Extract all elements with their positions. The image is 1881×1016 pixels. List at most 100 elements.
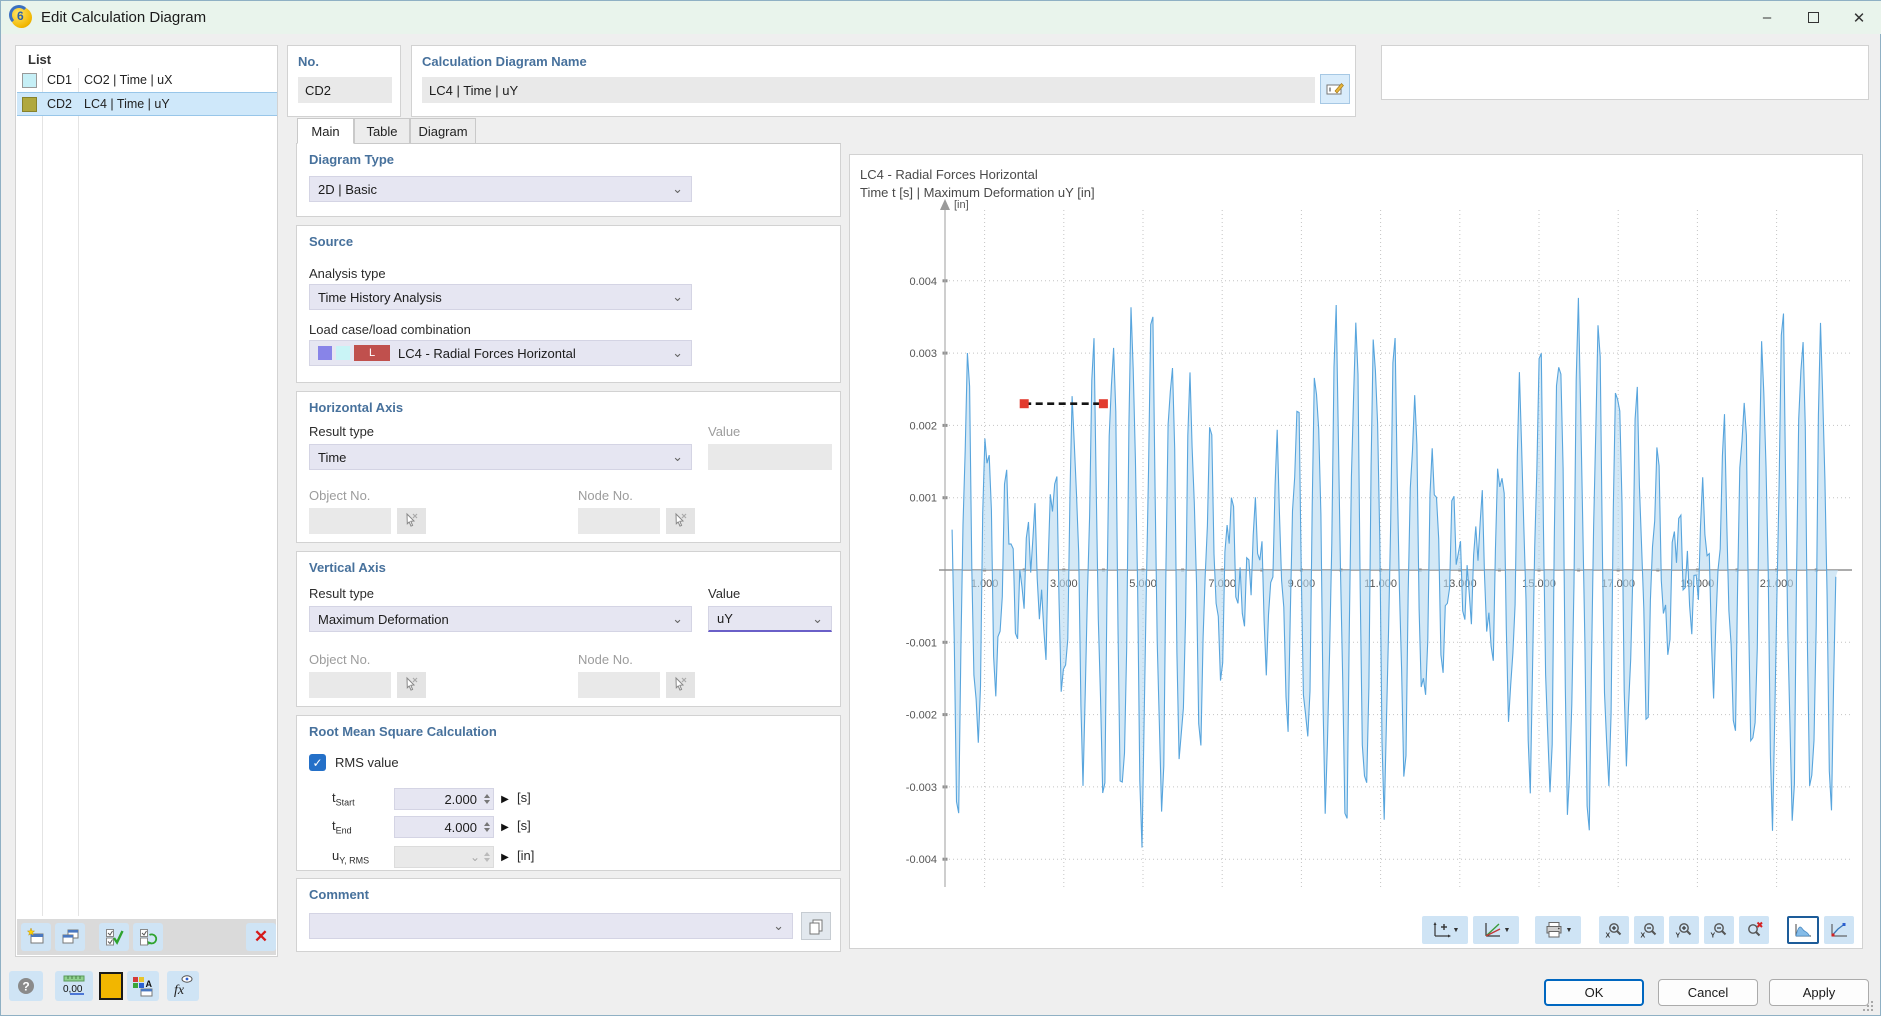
tend-unit: [s] [517, 818, 531, 833]
chart-toolbar: ▼ ▼ ▼ X X Y Y [850, 915, 1854, 945]
zoom-y-out-button[interactable]: Y [1704, 916, 1734, 944]
h-object-no-field-disabled [309, 508, 391, 534]
svg-text:-0.002: -0.002 [906, 710, 937, 722]
h-node-pick-button[interactable] [666, 508, 695, 534]
copy-diagram-button[interactable] [55, 923, 85, 951]
resize-grip[interactable] [1859, 999, 1875, 1013]
svg-text:0.003: 0.003 [909, 348, 937, 360]
axis-add-button[interactable]: ▼ [1422, 916, 1468, 944]
ok-button[interactable]: OK [1544, 979, 1644, 1006]
axis-scale-button[interactable]: ▼ [1473, 916, 1519, 944]
edit-formula-button[interactable]: fx [167, 971, 199, 1001]
close-button-icon[interactable]: ✕ [1836, 1, 1881, 34]
chevron-down-icon: ⌄ [773, 921, 784, 931]
rms-checkbox-checked[interactable]: ✓ [309, 754, 326, 771]
no-label: No. [298, 54, 319, 69]
list-item-cd2-selected[interactable]: CD2 LC4 | Time | uY [17, 92, 277, 116]
chart-svg[interactable]: 0.0040.0030.0020.001-0.001-0.002-0.003-0… [850, 155, 1862, 948]
item-color-swatch [22, 97, 37, 112]
chevron-down-icon: ▼ [1566, 927, 1573, 934]
comment-combobox[interactable]: ⌄ [309, 913, 793, 939]
svg-text:-0.004: -0.004 [906, 854, 937, 866]
v-result-type-label: Result type [309, 586, 374, 601]
decimal-places-button[interactable]: 0,00 [55, 971, 93, 1001]
v-result-type-dropdown[interactable]: Maximum Deformation ⌄ [309, 606, 692, 632]
loadcase-dropdown[interactable]: L LC4 - Radial Forces Horizontal ⌄ [309, 340, 692, 366]
loadcase-label: Load case/load combination [309, 322, 471, 337]
check-all-diagrams-button[interactable] [99, 923, 129, 951]
axis-add-icon [1431, 921, 1451, 939]
name-label: Calculation Diagram Name [422, 54, 587, 69]
help-button[interactable]: ? [9, 971, 43, 1001]
axis-scale-icon [1482, 921, 1502, 939]
background-color-swatch[interactable] [99, 972, 123, 1000]
item-id: CD1 [47, 73, 81, 87]
tab-bar: Main Table Diagram [296, 118, 841, 144]
source-section: Source Analysis type Time History Analys… [296, 225, 841, 383]
h-object-no-label: Object No. [309, 488, 370, 503]
update-diagrams-button[interactable] [133, 923, 163, 951]
zoom-reset-button[interactable] [1739, 916, 1769, 944]
chevron-down-icon: ⌄ [672, 452, 683, 462]
rename-button[interactable] [1320, 74, 1350, 104]
comment-copy-button[interactable] [801, 912, 831, 940]
list-toolbar: ✕ [17, 919, 276, 955]
diagram-type-header: Diagram Type [309, 152, 394, 167]
uy-rms-field-disabled: ⌄ [394, 846, 494, 868]
v-value-dropdown[interactable]: uY ⌄ [708, 606, 832, 632]
pick-cursor-icon [403, 676, 421, 694]
loadcase-swatch-cyan [336, 346, 350, 360]
tend-pick-arrow-button[interactable]: ▶ [497, 816, 513, 838]
diagram-type-dropdown[interactable]: 2D | Basic ⌄ [309, 176, 692, 202]
uy-rms-pick-arrow-button[interactable]: ▶ [497, 846, 513, 868]
list-item-cd1[interactable]: CD1 CO2 | Time | uX [17, 68, 277, 92]
minimize-button-icon[interactable]: – [1744, 1, 1790, 34]
tstart-pick-arrow-button[interactable]: ▶ [497, 788, 513, 810]
v-node-pick-button[interactable] [666, 672, 695, 698]
tab-diagram[interactable]: Diagram [410, 118, 476, 143]
h-result-type-dropdown[interactable]: Time ⌄ [309, 444, 692, 470]
no-panel: No. CD2 [287, 45, 401, 117]
svg-text:?: ? [22, 980, 29, 994]
spinner-icon[interactable] [480, 822, 493, 832]
tstart-value: 2.000 [395, 792, 480, 807]
h-node-no-label: Node No. [578, 488, 633, 503]
comment-header: Comment [309, 887, 369, 902]
apply-button[interactable]: Apply [1769, 979, 1869, 1006]
horizontal-axis-header: Horizontal Axis [309, 400, 403, 415]
h-object-pick-button[interactable] [397, 508, 426, 534]
display-properties-button[interactable]: A [127, 971, 159, 1001]
spinner-icon[interactable] [480, 794, 493, 804]
v-object-pick-button[interactable] [397, 672, 426, 698]
tab-main[interactable]: Main [297, 118, 354, 144]
rms-header: Root Mean Square Calculation [309, 724, 497, 739]
cancel-button[interactable]: Cancel [1658, 979, 1758, 1006]
style-line-button[interactable] [1824, 916, 1854, 944]
zoom-y-out-icon: Y [1709, 921, 1729, 939]
svg-text:fx: fx [174, 983, 185, 998]
zoom-y-in-button[interactable]: Y [1669, 916, 1699, 944]
tstart-field[interactable]: 2.000 [394, 788, 494, 810]
chevron-down-icon: ▼ [1504, 927, 1511, 934]
new-diagram-button[interactable] [21, 923, 51, 951]
item-id: CD2 [47, 97, 81, 111]
tend-value: 4.000 [395, 820, 480, 835]
tab-table[interactable]: Table [354, 118, 410, 143]
zoom-x-in-button[interactable]: X [1599, 916, 1629, 944]
maximize-button-icon[interactable] [1790, 1, 1836, 34]
pick-cursor-icon [672, 512, 690, 530]
area-chart-icon [1793, 921, 1813, 939]
list-panel: List CD1 CO2 | Time | uX CD2 LC4 | Time … [15, 45, 278, 957]
h-node-no-field-disabled [578, 508, 660, 534]
delete-diagram-button[interactable]: ✕ [246, 923, 276, 951]
name-input[interactable]: LC4 | Time | uY [422, 77, 1315, 103]
style-area-button[interactable] [1787, 916, 1819, 944]
tend-field[interactable]: 4.000 [394, 816, 494, 838]
tstart-unit: [s] [517, 790, 531, 805]
analysis-type-dropdown[interactable]: Time History Analysis ⌄ [309, 284, 692, 310]
print-chart-button[interactable]: ▼ [1535, 916, 1581, 944]
v-value-value: uY [717, 611, 733, 626]
window-title: Edit Calculation Diagram [41, 9, 206, 26]
svg-text:[in]: [in] [954, 199, 969, 211]
zoom-x-out-button[interactable]: X [1634, 916, 1664, 944]
